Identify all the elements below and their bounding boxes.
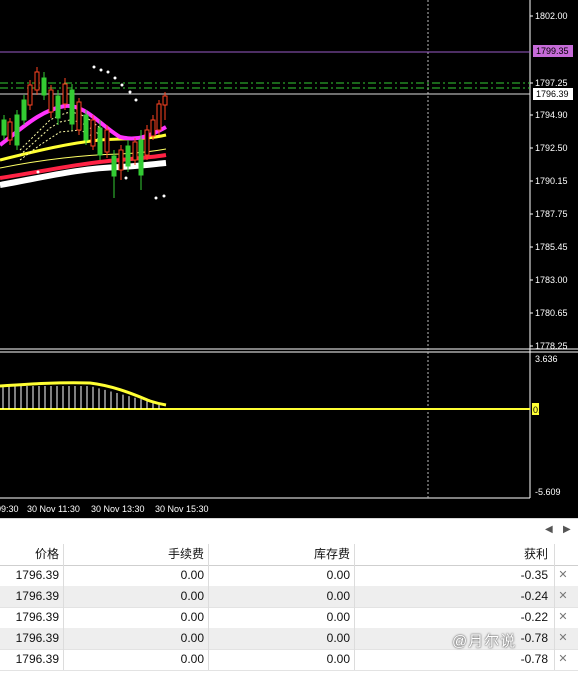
candle-body (76, 101, 82, 131)
cell-commission: 0.00 (64, 628, 209, 649)
chevron-right-icon[interactable]: ▶ (563, 524, 571, 535)
candle-body (138, 139, 144, 176)
header-price[interactable]: 价格 (0, 544, 64, 565)
cell-profit: -0.24 (355, 586, 555, 607)
cell-profit: -0.78 (355, 649, 555, 670)
cell-swap: 0.00 (209, 586, 355, 607)
price-axis-label: 1794.90 (535, 110, 568, 120)
table-header: 价格 手续费 库存费 获利 (0, 544, 578, 566)
price-axis-label: 1787.75 (535, 209, 568, 219)
svg-text:1796.39: 1796.39 (536, 89, 569, 99)
close-icon[interactable]: ✕ (556, 607, 570, 628)
watermark: @月尔说 (452, 633, 517, 650)
price-axis-label: 1802.00 (535, 11, 568, 21)
close-icon[interactable]: ✕ (556, 565, 570, 586)
cell-price: 1796.39 (0, 649, 64, 670)
price-axis-label: 1780.65 (535, 308, 568, 318)
table-row[interactable]: 1796.39 0.00 0.00 -0.78 ✕ (0, 649, 578, 671)
candle-body (1, 119, 7, 136)
price-axis-label: 1785.45 (535, 242, 568, 252)
cell-commission: 0.00 (64, 565, 209, 586)
time-label-3: 30 Nov 13:30 (91, 504, 145, 514)
chart-canvas[interactable]: 1802.00 1797.25 1794.90 1792.50 1790.15 1787.… (0, 0, 578, 518)
candle-body (7, 121, 13, 141)
candle-body (156, 103, 162, 131)
chart-scroll-strip[interactable]: ◀ ▶ (0, 518, 578, 545)
table-row[interactable]: 1796.39 0.00 0.00 -0.22 ✕ (0, 607, 578, 629)
close-icon[interactable]: ✕ (556, 586, 570, 607)
indicator-zero-label: 0.00 (533, 405, 551, 415)
header-swap[interactable]: 库存费 (209, 544, 355, 565)
cell-price: 1796.39 (0, 628, 64, 649)
cell-swap: 0.00 (209, 649, 355, 670)
indicator-histogram (2, 386, 160, 409)
price-chart[interactable]: 1802.00 1797.25 1794.90 1792.50 1790.15 1787.… (0, 0, 578, 518)
cell-profit: -0.22 (355, 607, 555, 628)
candle-body (27, 84, 33, 106)
cell-commission: 0.00 (64, 649, 209, 670)
candle-body (83, 114, 89, 141)
candle-body (90, 119, 96, 147)
cell-price: 1796.39 (0, 565, 64, 586)
price-axis: 1802.00 1797.25 1794.90 1792.50 1790.15 1787.… (530, 11, 568, 351)
cell-price: 1796.39 (0, 586, 64, 607)
header-commission[interactable]: 手续费 (64, 544, 209, 565)
price-axis-label: 1792.50 (535, 143, 568, 153)
candle-body (69, 89, 75, 125)
close-icon[interactable]: ✕ (556, 649, 570, 670)
price-axis-label: 1778.25 (535, 341, 568, 351)
cell-swap: 0.00 (209, 628, 355, 649)
candle-body (118, 149, 124, 171)
time-label-2: 30 Nov 11:30 (27, 504, 80, 514)
positions-table: 价格 手续费 库存费 获利 1796.39 0.00 0.00 -0.35 ✕ 1796.… (0, 544, 578, 677)
indicator-bottom-label: -5.609 (535, 487, 561, 497)
price-axis-label: 1783.00 (535, 275, 568, 285)
header-profit[interactable]: 获利 (355, 544, 555, 565)
candle-body (150, 119, 156, 137)
price-tag-purple: 1799.35 (533, 45, 573, 57)
cell-commission: 0.00 (64, 586, 209, 607)
candle-body (144, 129, 150, 156)
svg-text:1799.35: 1799.35 (536, 46, 569, 56)
candle-body (62, 83, 68, 105)
close-icon[interactable]: ✕ (556, 628, 570, 649)
candle-body (34, 71, 40, 91)
cell-swap: 0.00 (209, 607, 355, 628)
candle-body (132, 141, 138, 161)
cell-swap: 0.00 (209, 565, 355, 586)
cell-commission: 0.00 (64, 607, 209, 628)
candle-body (48, 89, 54, 113)
candle-body (97, 127, 103, 156)
indicator-top-label: 3.636 (535, 354, 558, 364)
table-row[interactable]: 1796.39 0.00 0.00 -0.35 ✕ (0, 565, 578, 587)
time-label-1: 09:30 (0, 504, 19, 514)
price-axis-label: 1790.15 (535, 176, 568, 186)
candle-body (111, 155, 117, 177)
price-axis-label: 1797.25 (535, 78, 568, 88)
candle-body (14, 114, 20, 146)
chevron-left-icon[interactable]: ◀ (545, 524, 553, 535)
price-tag-bid: 1796.39 (533, 88, 573, 100)
candle-body (55, 95, 61, 119)
candle-body (125, 145, 131, 167)
candle-body (21, 99, 27, 121)
candle-body (41, 77, 47, 96)
candle-body (162, 95, 168, 106)
candle-body (104, 129, 110, 153)
table-row[interactable]: 1796.39 0.00 0.00 -0.24 ✕ (0, 586, 578, 608)
cell-profit: -0.35 (355, 565, 555, 586)
cell-price: 1796.39 (0, 607, 64, 628)
time-label-4: 30 Nov 15:30 (155, 504, 209, 514)
